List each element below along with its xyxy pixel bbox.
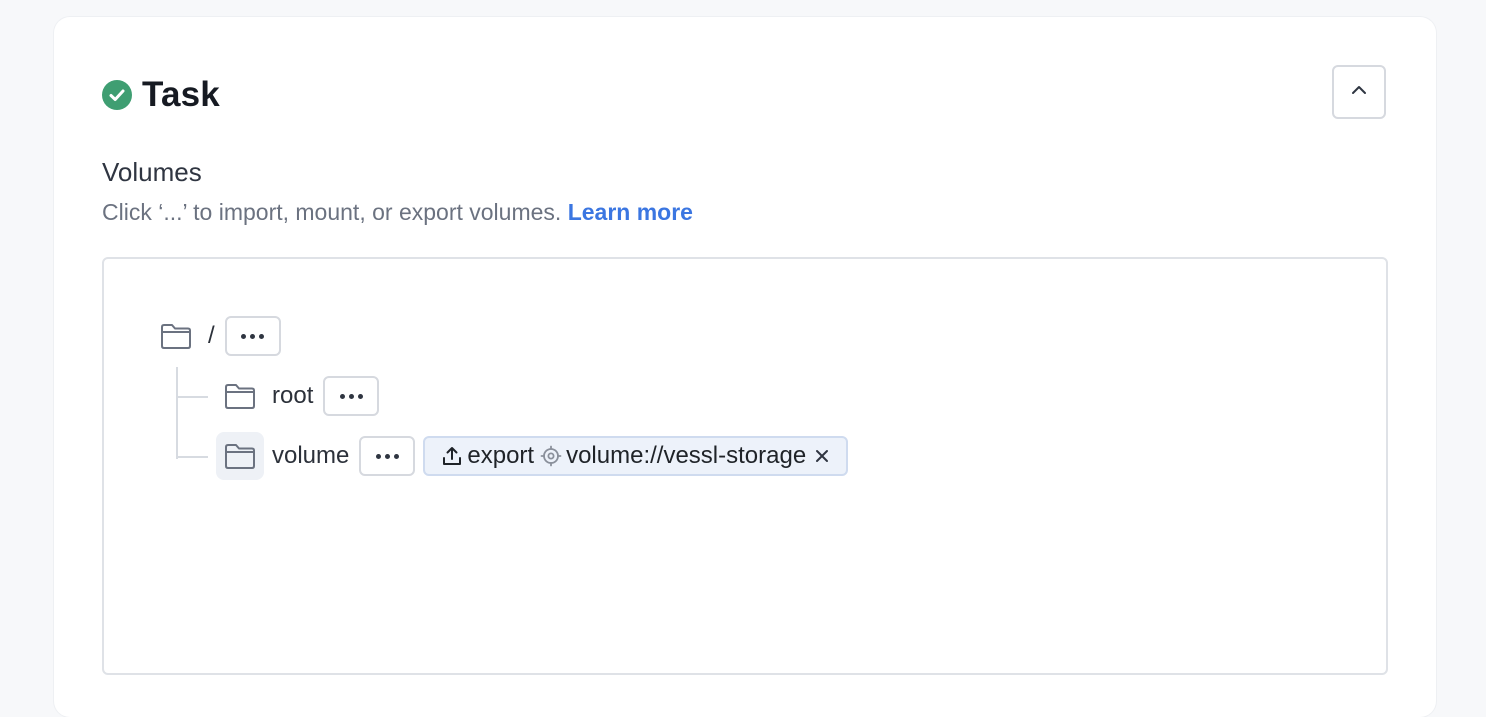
task-card: Task Volumes Click ‘...’ to import, moun… xyxy=(54,17,1436,717)
more-horizontal-icon xyxy=(375,453,399,459)
close-icon[interactable] xyxy=(814,448,830,464)
tag-target-label: volume://vessl-storage xyxy=(566,442,807,469)
tree-connector xyxy=(176,367,178,459)
folder-icon xyxy=(216,432,264,480)
tree-node-label: / xyxy=(208,322,215,349)
task-header: Task xyxy=(102,75,220,115)
more-options-button[interactable] xyxy=(224,316,281,356)
volumes-description-text: Click ‘...’ to import, mount, or export … xyxy=(102,199,562,225)
tree-node-root-slash[interactable]: / xyxy=(152,312,281,360)
tree-node-root[interactable]: root xyxy=(216,372,380,420)
collapse-button[interactable] xyxy=(1332,65,1386,119)
tree-connector xyxy=(176,456,208,458)
tree-connector xyxy=(176,396,208,398)
check-circle-icon xyxy=(102,80,132,110)
more-options-button[interactable] xyxy=(323,376,380,416)
chevron-up-icon xyxy=(1349,80,1369,105)
export-volume-tag[interactable]: export volume://vessl-storage xyxy=(423,436,849,476)
task-title: Task xyxy=(142,75,220,114)
target-icon xyxy=(540,445,562,467)
learn-more-link[interactable]: Learn more xyxy=(568,199,693,225)
tree-node-label: root xyxy=(272,382,314,409)
more-options-button[interactable] xyxy=(359,436,416,476)
more-horizontal-icon xyxy=(339,393,363,399)
folder-icon xyxy=(152,312,200,360)
more-horizontal-icon xyxy=(241,333,265,339)
tree-node-volume[interactable]: volume export volume://vessl-storage xyxy=(216,432,849,480)
folder-icon xyxy=(216,372,264,420)
volumes-title: Volumes xyxy=(102,157,202,187)
tag-action-label: export xyxy=(467,442,535,469)
upload-icon xyxy=(441,445,463,467)
tree-node-label: volume xyxy=(272,442,350,469)
volumes-description: Click ‘...’ to import, mount, or export … xyxy=(102,199,693,226)
